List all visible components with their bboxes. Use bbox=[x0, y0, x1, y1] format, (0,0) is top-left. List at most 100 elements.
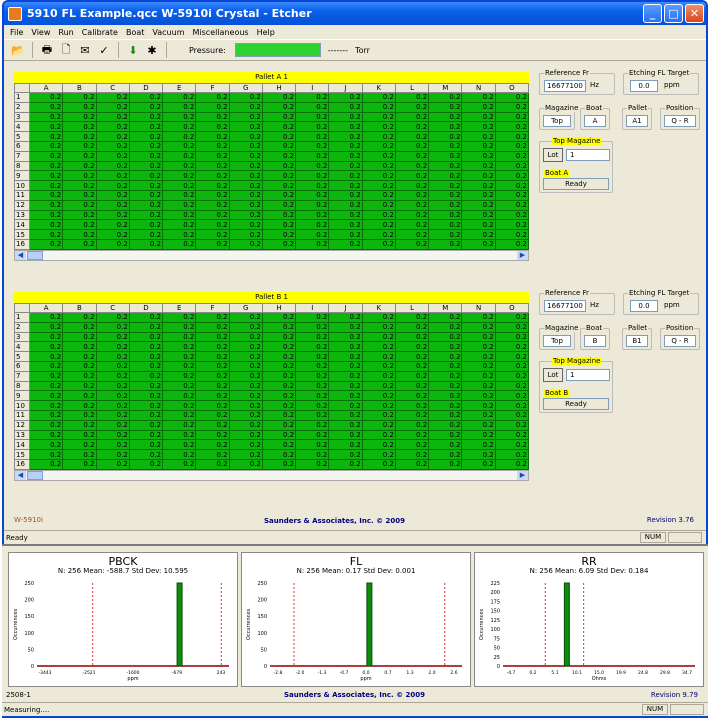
grid-cell[interactable]: 0.2 bbox=[228, 92, 263, 103]
column-header[interactable]: J bbox=[328, 83, 363, 93]
grid-cell[interactable]: 0.2 bbox=[295, 209, 330, 221]
grid-cell[interactable]: 0.2 bbox=[394, 390, 430, 402]
grid-cell[interactable]: 0.2 bbox=[494, 312, 530, 323]
grid-cell[interactable]: 0.2 bbox=[361, 331, 396, 343]
grid-cell[interactable]: 0.2 bbox=[461, 209, 496, 221]
grid-cell[interactable]: 0.2 bbox=[295, 390, 330, 402]
grid-cell[interactable]: 0.2 bbox=[62, 219, 97, 231]
grid-cell[interactable]: 0.2 bbox=[128, 92, 164, 103]
grid-cell[interactable]: 0.2 bbox=[162, 351, 197, 362]
grid-cell[interactable]: 0.2 bbox=[328, 219, 363, 231]
grid-cell[interactable]: 0.2 bbox=[494, 429, 530, 441]
grid-cell[interactable]: 0.2 bbox=[328, 390, 363, 402]
grid-cell[interactable]: 0.2 bbox=[428, 209, 463, 221]
grid-cell[interactable]: 0.2 bbox=[328, 150, 363, 162]
grid-cell[interactable]: 0.2 bbox=[328, 341, 363, 353]
grid-cell[interactable]: 0.2 bbox=[95, 101, 130, 113]
open-folder-icon[interactable]: 📂 bbox=[10, 42, 26, 58]
grid-cell[interactable]: 0.2 bbox=[128, 331, 164, 343]
row-header[interactable]: 3 bbox=[14, 111, 30, 123]
grid-cell[interactable]: 0.2 bbox=[195, 92, 230, 103]
column-header[interactable]: F bbox=[195, 83, 230, 93]
grid-cell[interactable]: 0.2 bbox=[261, 449, 297, 460]
grid-cell[interactable]: 0.2 bbox=[295, 409, 330, 421]
grid-cell[interactable]: 0.2 bbox=[494, 370, 530, 382]
grid-cell[interactable]: 0.2 bbox=[394, 341, 430, 353]
column-header[interactable]: O bbox=[494, 83, 530, 93]
grid-cell[interactable]: 0.2 bbox=[195, 121, 230, 133]
grid-cell[interactable]: 0.2 bbox=[228, 341, 263, 353]
grid-cell[interactable]: 0.2 bbox=[361, 351, 396, 362]
grid-cell[interactable]: 0.2 bbox=[195, 370, 230, 382]
grid-cell[interactable]: 0.2 bbox=[95, 140, 130, 152]
grid-cell[interactable]: 0.2 bbox=[162, 321, 197, 333]
grid-cell[interactable]: 0.2 bbox=[328, 180, 363, 191]
grid-cell[interactable]: 0.2 bbox=[461, 341, 496, 353]
grid-cell[interactable]: 0.2 bbox=[228, 458, 263, 470]
row-header[interactable]: 15 bbox=[14, 449, 30, 460]
grid-cell[interactable]: 0.2 bbox=[62, 312, 97, 323]
grid-cell[interactable]: 0.2 bbox=[128, 131, 164, 142]
grid-cell[interactable]: 0.2 bbox=[361, 199, 396, 211]
grid-cell[interactable]: 0.2 bbox=[128, 312, 164, 323]
grid-cell[interactable]: 0.2 bbox=[361, 409, 396, 421]
column-header[interactable]: I bbox=[295, 83, 330, 93]
grid-cell[interactable]: 0.2 bbox=[62, 160, 97, 172]
grid-cell[interactable]: 0.2 bbox=[128, 229, 164, 240]
grid-cell[interactable]: 0.2 bbox=[62, 121, 97, 133]
grid-cell[interactable]: 0.2 bbox=[461, 219, 496, 231]
grid-cell[interactable]: 0.2 bbox=[95, 400, 130, 411]
grid-cell[interactable]: 0.2 bbox=[394, 150, 430, 162]
grid-cell[interactable]: 0.2 bbox=[28, 331, 64, 343]
grid-cell[interactable]: 0.2 bbox=[461, 419, 496, 431]
grid-cell[interactable]: 0.2 bbox=[428, 380, 463, 392]
grid-cell[interactable]: 0.2 bbox=[261, 439, 297, 451]
grid-cell[interactable]: 0.2 bbox=[394, 111, 430, 123]
grid-cell[interactable]: 0.2 bbox=[95, 131, 130, 142]
grid-cell[interactable]: 0.2 bbox=[162, 219, 197, 231]
grid-cell[interactable]: 0.2 bbox=[328, 360, 363, 372]
row-header[interactable]: 5 bbox=[14, 131, 30, 142]
grid-cell[interactable]: 0.2 bbox=[95, 458, 130, 470]
grid-cell[interactable]: 0.2 bbox=[162, 238, 197, 250]
grid-cell[interactable]: 0.2 bbox=[62, 111, 97, 123]
grid-cell[interactable]: 0.2 bbox=[195, 229, 230, 240]
grid-cell[interactable]: 0.2 bbox=[295, 429, 330, 441]
grid-cell[interactable]: 0.2 bbox=[62, 449, 97, 460]
column-header[interactable]: N bbox=[461, 303, 496, 313]
grid-cell[interactable]: 0.2 bbox=[162, 101, 197, 113]
grid-cell[interactable]: 0.2 bbox=[295, 170, 330, 182]
grid-cell[interactable]: 0.2 bbox=[494, 140, 530, 152]
grid-cell[interactable]: 0.2 bbox=[461, 380, 496, 392]
grid-cell[interactable]: 0.2 bbox=[328, 111, 363, 123]
row-header[interactable]: 14 bbox=[14, 219, 30, 231]
grid-cell[interactable]: 0.2 bbox=[95, 360, 130, 372]
grid-cell[interactable]: 0.2 bbox=[394, 219, 430, 231]
grid-cell[interactable]: 0.2 bbox=[128, 111, 164, 123]
grid-cell[interactable]: 0.2 bbox=[295, 238, 330, 250]
grid-cell[interactable]: 0.2 bbox=[62, 170, 97, 182]
grid-cell[interactable]: 0.2 bbox=[195, 419, 230, 431]
grid-cell[interactable]: 0.2 bbox=[162, 439, 197, 451]
grid-cell[interactable]: 0.2 bbox=[361, 101, 396, 113]
grid-cell[interactable]: 0.2 bbox=[361, 219, 396, 231]
grid-cell[interactable]: 0.2 bbox=[162, 170, 197, 182]
grid-cell[interactable]: 0.2 bbox=[295, 199, 330, 211]
grid-cell[interactable]: 0.2 bbox=[228, 170, 263, 182]
grid-cell[interactable]: 0.2 bbox=[295, 160, 330, 172]
grid-cell[interactable]: 0.2 bbox=[295, 312, 330, 323]
grid-cell[interactable]: 0.2 bbox=[195, 150, 230, 162]
grid-cell[interactable]: 0.2 bbox=[428, 351, 463, 362]
grid-cell[interactable]: 0.2 bbox=[28, 409, 64, 421]
grid-cell[interactable]: 0.2 bbox=[394, 199, 430, 211]
grid-cell[interactable]: 0.2 bbox=[328, 92, 363, 103]
grid-cell[interactable]: 0.2 bbox=[95, 238, 130, 250]
grid-cell[interactable]: 0.2 bbox=[228, 449, 263, 460]
grid-cell[interactable]: 0.2 bbox=[195, 449, 230, 460]
grid-cell[interactable]: 0.2 bbox=[361, 449, 396, 460]
grid-cell[interactable]: 0.2 bbox=[195, 400, 230, 411]
grid-cell[interactable]: 0.2 bbox=[328, 331, 363, 343]
grid-cell[interactable]: 0.2 bbox=[261, 419, 297, 431]
grid-cell[interactable]: 0.2 bbox=[95, 390, 130, 402]
row-header[interactable]: 13 bbox=[14, 209, 30, 221]
